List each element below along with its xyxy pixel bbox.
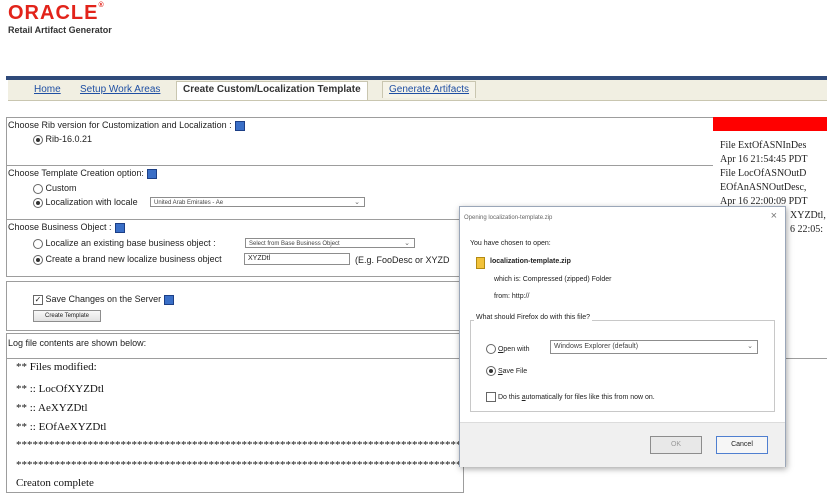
file-type-value: Compressed (zipped) Folder (522, 276, 612, 283)
logo-text: ORACLE (8, 2, 99, 24)
log-line: ** :: LocOfXYZDtl (16, 383, 104, 395)
existing-option: Localize an existing base business objec… (33, 238, 216, 249)
tab-setup-work-areas[interactable]: Setup Work Areas (74, 82, 166, 97)
save-file-label: ave File (502, 367, 528, 375)
business-label: Choose Business Object : (8, 222, 125, 233)
new-label: Create a brand new localize business obj… (45, 254, 222, 264)
status-line: 6 22:05: (790, 224, 824, 235)
log-line: ** :: EOfAeXYZDtl (16, 421, 107, 433)
auto-option: Do this automatically for files like thi… (486, 392, 655, 402)
localization-radio[interactable] (33, 197, 43, 208)
status-line: File LocOfASNOutD (720, 168, 807, 179)
log-line: ** Files modified: (16, 361, 97, 373)
file-type-label: which is: (494, 276, 521, 283)
rib-option-label: Rib-16.0.21 (45, 134, 93, 144)
alert-bar (713, 117, 827, 131)
rib-radio[interactable] (33, 134, 43, 145)
help-icon[interactable] (234, 120, 245, 131)
status-line: EOfAnASNOutDesc, (720, 182, 807, 193)
auto-label-rest: utomatically for files like this from no… (525, 393, 655, 401)
save-file-option: Save File (486, 366, 527, 376)
status-line: Apr 16 21:54:45 PDT (720, 154, 808, 165)
tab-home[interactable]: Home (28, 82, 67, 97)
new-radio[interactable] (33, 254, 43, 265)
log-output: ** Files modified: ** :: LocOfXYZDtl ** … (16, 361, 462, 489)
custom-option: Custom (33, 183, 77, 194)
open-with-app: Windows Explorer (default) (554, 343, 639, 350)
help-icon[interactable] (114, 222, 125, 233)
save-option: ✓ Save Changes on the Server (33, 294, 175, 305)
open-with-select[interactable]: Windows Explorer (default) ⌄ (550, 340, 758, 354)
auto-checkbox[interactable] (486, 392, 496, 402)
template-label: Choose Template Creation option: (8, 168, 157, 179)
download-dialog: Opening localization-template.zip × You … (459, 206, 786, 467)
tab-create-template[interactable]: Create Custom/Localization Template (176, 81, 368, 100)
log-line: ****************************************… (16, 439, 462, 451)
base-object-select-value: Select from Base Business Object (249, 241, 340, 247)
tab-bar: Home Setup Work Areas Create Custom/Loca… (8, 80, 827, 101)
close-icon[interactable]: × (771, 210, 777, 222)
new-object-value: XYZDtl (248, 255, 271, 262)
help-icon[interactable] (164, 294, 175, 305)
log-line: ****************************************… (16, 459, 462, 471)
file-type: which is: Compressed (zipped) Folder (494, 276, 612, 283)
status-line: XYZDtl, A (790, 210, 827, 221)
rib-label-text: Choose Rib version for Customization and… (8, 120, 232, 130)
zip-file-icon (476, 257, 485, 269)
chevron-down-icon: ⌄ (747, 343, 753, 350)
help-icon[interactable] (146, 168, 157, 179)
example-hint: (E.g. FooDesc or XYZD (355, 255, 450, 265)
rib-option: Rib-16.0.21 (33, 134, 92, 145)
open-with-option: Open with (486, 344, 529, 354)
save-section (6, 281, 464, 331)
existing-label: Localize an existing base business objec… (45, 238, 216, 248)
file-name: localization-template.zip (490, 258, 571, 265)
save-checkbox[interactable]: ✓ (33, 294, 43, 305)
create-template-button[interactable]: Create Template (33, 310, 101, 322)
localization-label: Localization with locale (45, 197, 138, 207)
locale-select[interactable]: United Arab Emirates - Ae ⌄ (150, 197, 365, 207)
status-line: File ExtOfASNInDes (720, 140, 807, 151)
save-label: Save Changes on the Server (45, 294, 162, 304)
new-object-input[interactable]: XYZDtl (244, 253, 350, 265)
custom-label: Custom (45, 183, 77, 193)
oracle-logo: ORACLE® (8, 2, 105, 25)
business-label-text: Choose Business Object : (8, 222, 112, 232)
open-with-radio[interactable] (486, 344, 496, 354)
save-file-radio[interactable] (486, 366, 496, 376)
cancel-button[interactable]: Cancel (716, 436, 768, 454)
app-title: Retail Artifact Generator (8, 25, 112, 35)
chosen-text: You have chosen to open: (470, 240, 551, 247)
logo-mark: ® (98, 2, 105, 9)
base-object-select[interactable]: Select from Base Business Object ⌄ (245, 238, 415, 248)
localization-option: Localization with locale (33, 197, 138, 208)
auto-label-pre: Do this (497, 393, 522, 401)
log-label: Log file contents are shown below: (8, 338, 147, 348)
log-line: ** :: AeXYZDtl (16, 402, 88, 414)
log-line: Creaton complete (16, 477, 94, 489)
dialog-title: Opening localization-template.zip (464, 215, 553, 221)
open-with-label: pen with (503, 345, 530, 353)
chevron-down-icon: ⌄ (404, 240, 410, 247)
file-source: from: http:// (494, 293, 529, 300)
existing-radio[interactable] (33, 238, 43, 249)
rib-label: Choose Rib version for Customization and… (8, 120, 245, 131)
file-source-value: http:// (511, 293, 530, 300)
action-question: What should Firefox do with this file? (474, 314, 592, 321)
chevron-down-icon: ⌄ (354, 199, 360, 206)
file-source-label: from: (494, 293, 510, 300)
tab-generate-artifacts[interactable]: Generate Artifacts (382, 81, 477, 98)
template-label-text: Choose Template Creation option: (8, 168, 144, 178)
custom-radio[interactable] (33, 183, 43, 194)
ok-button[interactable]: OK (650, 436, 702, 454)
new-option: Create a brand new localize business obj… (33, 254, 222, 265)
locale-select-value: United Arab Emirates - Ae (154, 200, 224, 206)
